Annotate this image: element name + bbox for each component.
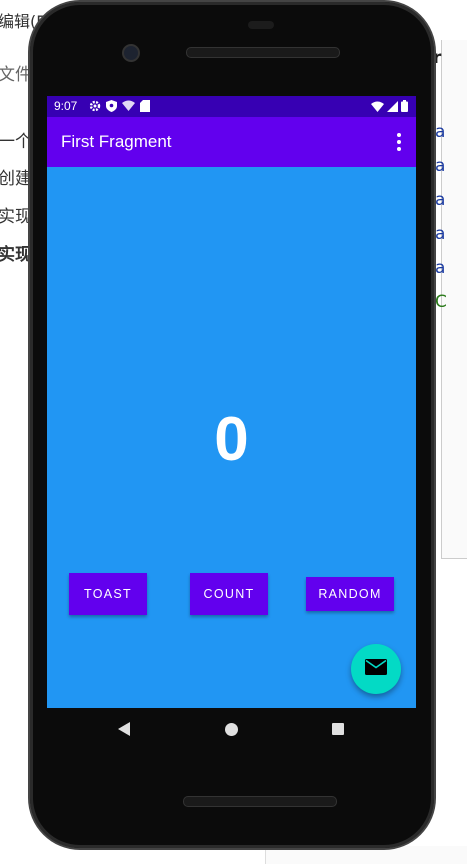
random-button[interactable]: RANDOM — [306, 577, 394, 611]
status-time: 9:07 — [54, 99, 78, 113]
shield-icon — [106, 100, 117, 115]
email-fab[interactable] — [351, 644, 401, 694]
count-text: 0 — [214, 405, 249, 474]
back-icon[interactable] — [118, 722, 130, 736]
overflow-menu-icon[interactable] — [394, 133, 404, 151]
bg-right-text-5: a — [435, 224, 446, 244]
bg-right-text-6: a — [435, 258, 446, 278]
wifi-icon — [371, 101, 384, 115]
system-nav-bar — [47, 708, 416, 752]
bg-right-text-2: a — [435, 122, 446, 142]
bg-text-file: 文件 — [0, 65, 32, 85]
app-bar: First Fragment — [47, 117, 416, 167]
sd-card-icon — [140, 100, 150, 115]
status-bar: 9:07 — [47, 96, 416, 117]
bg-text-line-3: 实现 — [0, 207, 32, 227]
bg-right-text-4: a — [435, 190, 446, 210]
device-screen: 9:07 First Fragment 0 TOAST COUNT RANDOM — [47, 96, 416, 708]
bottom-speaker — [183, 796, 337, 807]
app-bar-title: First Fragment — [61, 132, 172, 151]
count-button[interactable]: COUNT — [190, 573, 268, 615]
bg-text-line-2: 创建 — [0, 169, 32, 189]
recents-icon[interactable] — [332, 723, 344, 735]
bg-text-line-1: 一个 — [0, 132, 32, 152]
bg-right-text-3: a — [435, 156, 446, 176]
bg-right-text-1: r — [433, 48, 442, 68]
wifi-question-icon — [122, 100, 135, 115]
toast-button[interactable]: TOAST — [69, 573, 147, 615]
battery-icon — [401, 100, 408, 115]
home-icon[interactable] — [225, 723, 238, 736]
cell-signal-icon — [387, 101, 398, 115]
bg-right-text-7: C — [435, 292, 447, 312]
earpiece-speaker — [186, 47, 340, 58]
bg-bottom-strip — [265, 846, 467, 864]
front-camera — [122, 44, 140, 62]
bg-text-line-4: 实现 — [0, 245, 32, 265]
gear-icon — [89, 100, 101, 115]
email-icon — [365, 659, 387, 679]
proximity-sensor — [248, 21, 274, 29]
